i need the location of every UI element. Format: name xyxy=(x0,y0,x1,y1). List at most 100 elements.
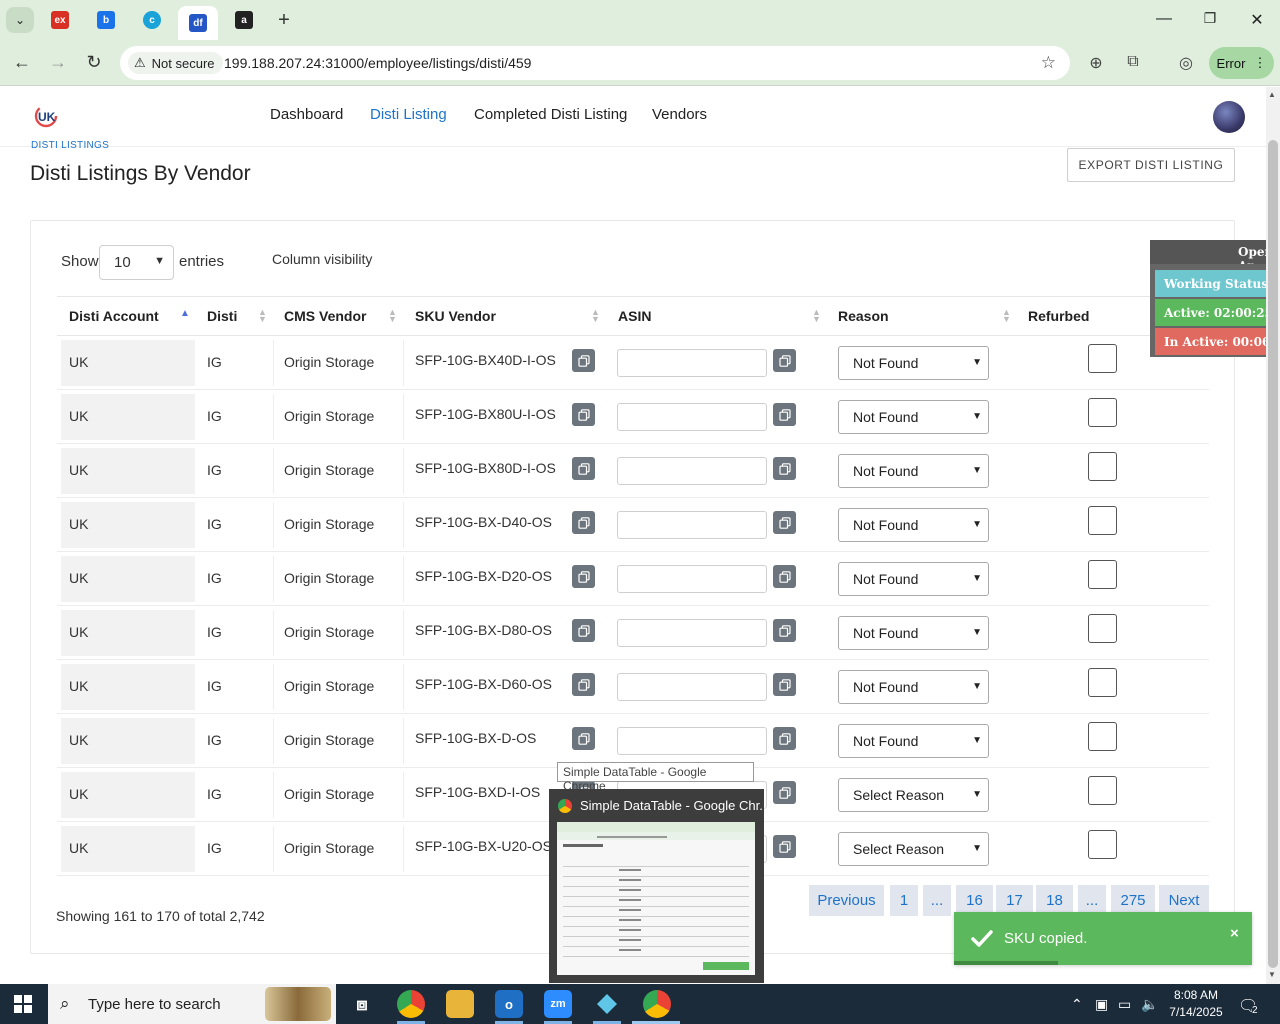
header-disti[interactable]: Disti xyxy=(207,308,237,324)
minimize-icon[interactable]: — xyxy=(1154,10,1174,28)
asin-input[interactable] xyxy=(617,619,767,647)
refurbed-checkbox[interactable] xyxy=(1088,830,1117,859)
asin-input[interactable] xyxy=(617,403,767,431)
breadcrumb[interactable]: DISTI LISTINGS xyxy=(31,140,109,151)
copy-asin-button[interactable] xyxy=(773,835,796,858)
refurbed-checkbox[interactable] xyxy=(1088,722,1117,751)
reason-select[interactable]: Not Found ▼ xyxy=(838,454,989,488)
profile-icon[interactable]: ◎ xyxy=(1176,53,1196,73)
refurbed-checkbox[interactable] xyxy=(1088,344,1117,373)
forward-icon[interactable]: → xyxy=(46,52,70,73)
address-bar[interactable]: ⚠ Not secure 199.188.207.24:31000/employ… xyxy=(120,46,1070,80)
nav-completed-disti-listing[interactable]: Completed Disti Listing xyxy=(474,106,627,123)
browser-tab[interactable]: b xyxy=(86,6,126,34)
sort-icon[interactable]: ▲ ▼ xyxy=(258,308,267,324)
copy-sku-button[interactable] xyxy=(572,349,595,372)
refurbed-checkbox[interactable] xyxy=(1088,776,1117,805)
browser-tab[interactable]: a xyxy=(224,6,264,34)
outlook-icon[interactable]: o xyxy=(495,990,523,1018)
taskbar-search-placeholder[interactable]: Type here to search xyxy=(88,996,221,1013)
browser-tab[interactable]: ex xyxy=(40,6,80,34)
copy-sku-button[interactable] xyxy=(572,673,595,696)
nav-disti-listing[interactable]: Disti Listing xyxy=(370,106,447,123)
user-avatar[interactable] xyxy=(1213,101,1245,133)
refurbed-checkbox[interactable] xyxy=(1088,398,1117,427)
header-disti-account[interactable]: Disti Account xyxy=(69,308,159,324)
app-diamond-icon[interactable] xyxy=(593,990,621,1018)
copy-sku-button[interactable] xyxy=(572,457,595,480)
asin-input[interactable] xyxy=(617,727,767,755)
scrollbar-thumb[interactable] xyxy=(1268,140,1278,968)
file-explorer-icon[interactable] xyxy=(446,990,474,1018)
reason-select[interactable]: Not Found ▼ xyxy=(838,562,989,596)
open-app-button[interactable]: Open Ap xyxy=(1150,240,1280,273)
sort-icon[interactable]: ▲ ▼ xyxy=(1002,308,1011,324)
preview-thumbnail[interactable] xyxy=(557,822,755,975)
reason-select[interactable]: Not Found ▼ xyxy=(838,724,989,758)
new-tab-button[interactable]: + xyxy=(272,8,296,32)
tray-app-icon[interactable]: ▣ xyxy=(1095,996,1108,1013)
reason-select[interactable]: Not Found ▼ xyxy=(838,400,989,434)
reason-select[interactable]: Not Found ▼ xyxy=(838,616,989,650)
logo-icon[interactable]: UK xyxy=(33,103,59,129)
asin-input[interactable] xyxy=(617,457,767,485)
sort-icon[interactable]: ▲ ▼ xyxy=(388,308,397,324)
asin-input[interactable] xyxy=(617,349,767,377)
sort-icon[interactable]: ▲ ▼ xyxy=(812,308,821,324)
asin-input[interactable] xyxy=(617,511,767,539)
chrome-icon[interactable] xyxy=(397,990,425,1018)
browser-tab-active[interactable]: df xyxy=(178,6,218,40)
volume-icon[interactable]: 🔈 xyxy=(1141,996,1158,1013)
close-window-icon[interactable]: ✕ xyxy=(1247,10,1267,30)
tray-chevron-icon[interactable]: ⌃ xyxy=(1071,996,1083,1013)
scroll-down-icon[interactable]: ▼ xyxy=(1268,970,1276,979)
url-text[interactable]: 199.188.207.24:31000/employee/listings/d… xyxy=(224,55,531,71)
copy-asin-button[interactable] xyxy=(773,781,796,804)
chrome-active-icon[interactable] xyxy=(643,990,671,1018)
search-highlight-image[interactable] xyxy=(265,987,331,1021)
header-cms-vendor[interactable]: CMS Vendor xyxy=(284,308,366,324)
reload-icon[interactable]: ↻ xyxy=(82,52,106,73)
toast-close-icon[interactable]: × xyxy=(1230,925,1239,942)
translate-icon[interactable]: ⊕ xyxy=(1086,53,1106,73)
copy-asin-button[interactable] xyxy=(773,511,796,534)
previous-page-button[interactable]: Previous xyxy=(809,885,884,916)
browser-tab[interactable]: c xyxy=(132,6,172,34)
zoom-icon[interactable]: zm xyxy=(544,990,572,1018)
copy-asin-button[interactable] xyxy=(773,673,796,696)
header-reason[interactable]: Reason xyxy=(838,308,889,324)
nav-vendors[interactable]: Vendors xyxy=(652,106,707,123)
extensions-icon[interactable]: ⧉ xyxy=(1123,53,1143,73)
copy-asin-button[interactable] xyxy=(773,565,796,588)
refurbed-checkbox[interactable] xyxy=(1088,614,1117,643)
restore-icon[interactable]: ❐ xyxy=(1200,10,1220,27)
refurbed-checkbox[interactable] xyxy=(1088,668,1117,697)
header-sku-vendor[interactable]: SKU Vendor xyxy=(415,308,496,324)
copy-asin-button[interactable] xyxy=(773,349,796,372)
header-refurbed[interactable]: Refurbed xyxy=(1028,308,1089,324)
network-icon[interactable]: ▭ xyxy=(1118,996,1131,1013)
copy-sku-button[interactable] xyxy=(572,727,595,750)
refurbed-checkbox[interactable] xyxy=(1088,560,1117,589)
copy-asin-button[interactable] xyxy=(773,727,796,750)
entries-select[interactable]: 10 ▼ xyxy=(99,245,174,280)
copy-asin-button[interactable] xyxy=(773,457,796,480)
sort-asc-icon[interactable]: ▲ xyxy=(180,309,190,319)
security-indicator[interactable]: ⚠ Not secure xyxy=(128,52,223,74)
nav-dashboard[interactable]: Dashboard xyxy=(270,106,343,123)
copy-sku-button[interactable] xyxy=(572,619,595,642)
bookmark-star-icon[interactable]: ☆ xyxy=(1041,53,1056,73)
reason-select[interactable]: Select Reason ▼ xyxy=(838,832,989,866)
back-icon[interactable]: ← xyxy=(10,52,34,73)
asin-input[interactable] xyxy=(617,565,767,593)
profile-error-button[interactable]: Error ⋮ xyxy=(1209,47,1274,79)
refurbed-checkbox[interactable] xyxy=(1088,452,1117,481)
asin-input[interactable] xyxy=(617,673,767,701)
windows-start-icon[interactable] xyxy=(14,995,32,1013)
copy-asin-button[interactable] xyxy=(773,619,796,642)
tab-search-button[interactable]: ⌄ xyxy=(6,7,34,33)
reason-select[interactable]: Not Found ▼ xyxy=(838,508,989,542)
task-view-icon[interactable]: ⧈ xyxy=(348,990,376,1018)
export-disti-listing-button[interactable]: EXPORT DISTI LISTING xyxy=(1067,148,1235,182)
page-button[interactable]: 1 xyxy=(890,885,918,916)
